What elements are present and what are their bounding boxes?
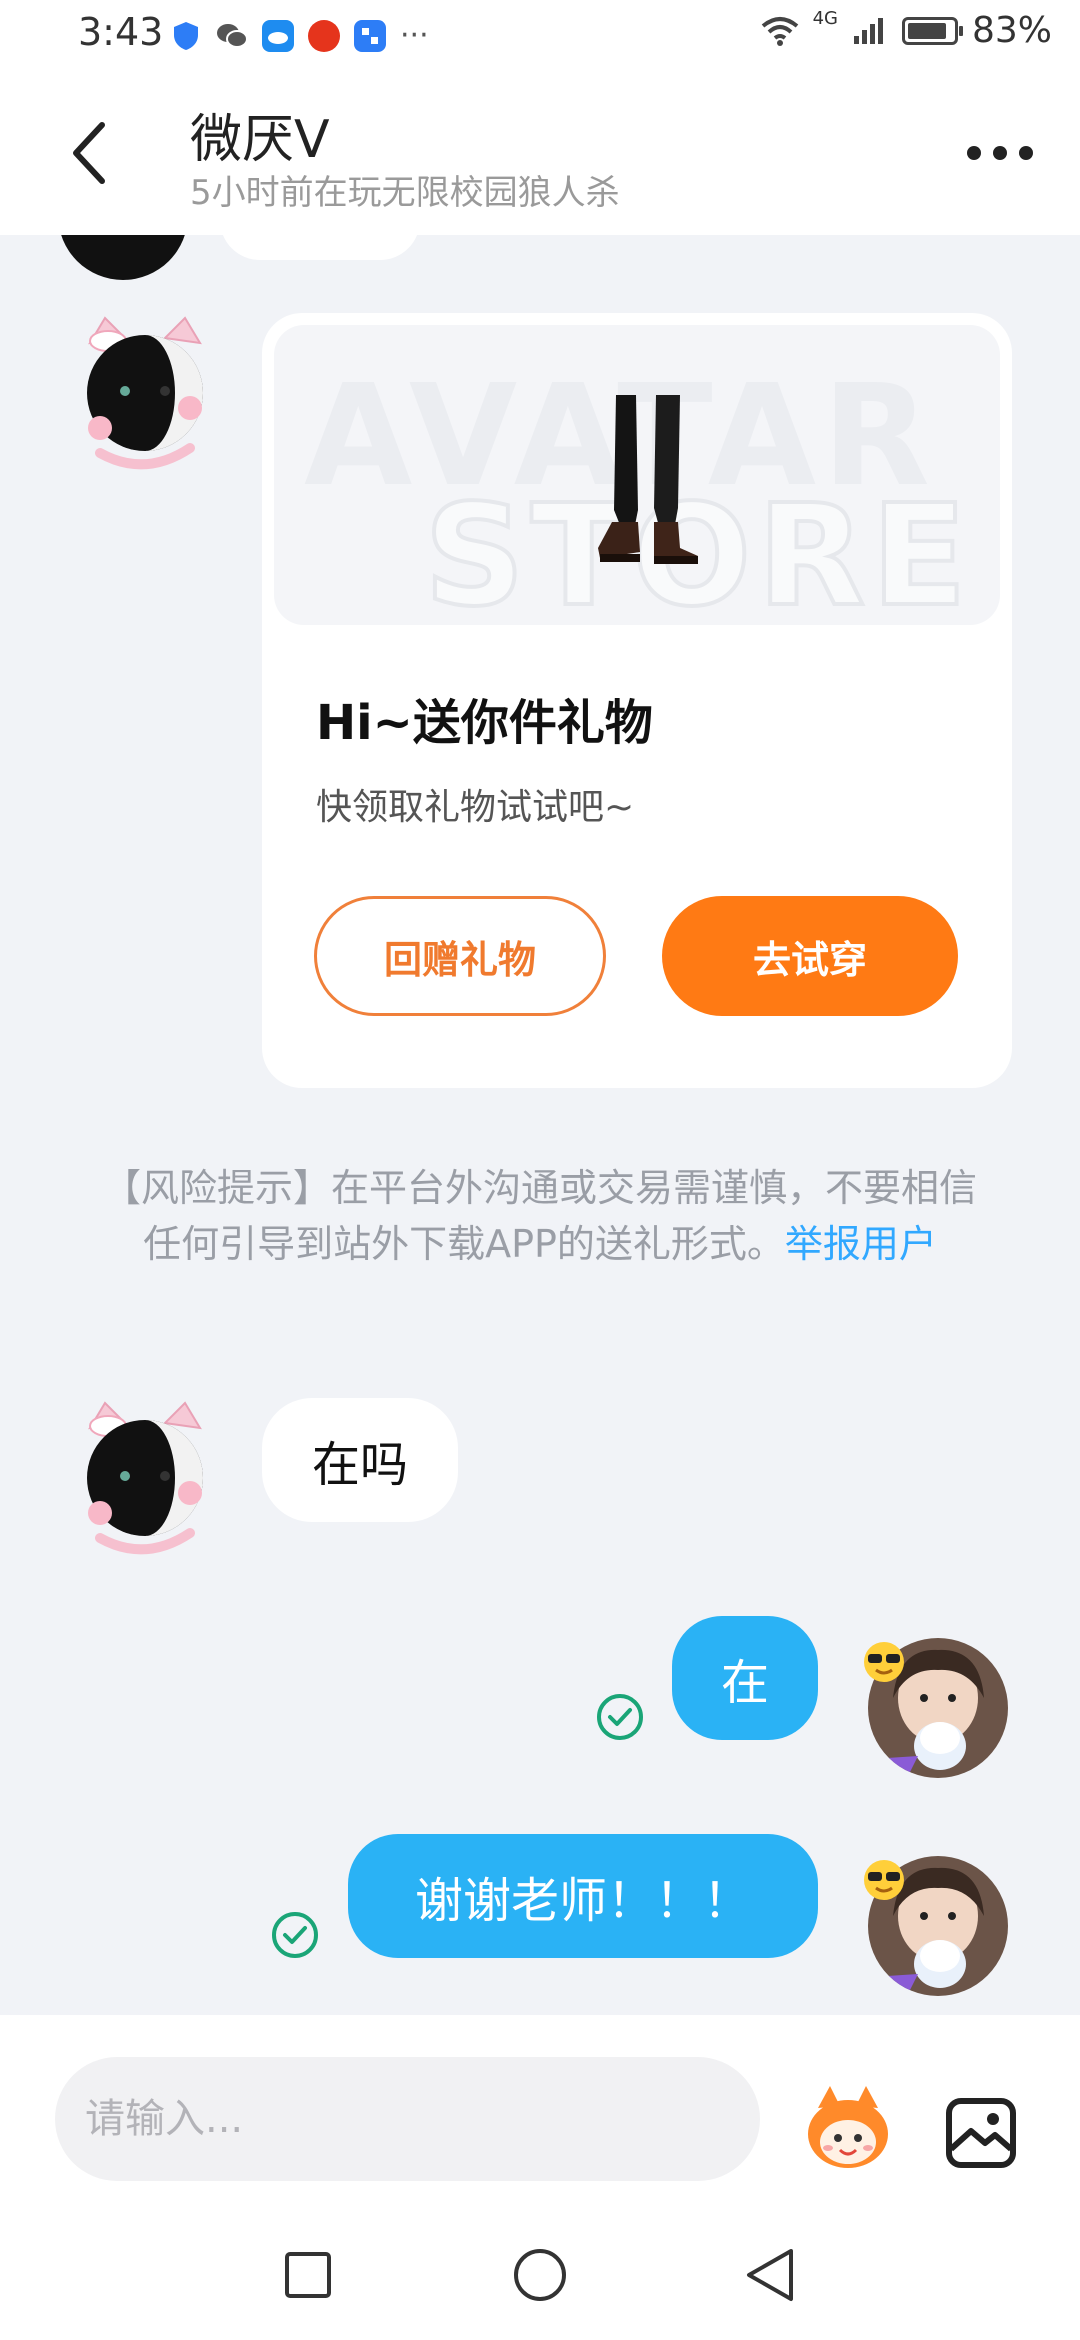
status-bar: 3:43 ··· 4G 83% xyxy=(0,0,1080,75)
sticker-button[interactable] xyxy=(800,2080,896,2176)
sunglasses-emoji-icon xyxy=(862,1858,906,1902)
triangle-back-icon xyxy=(747,2249,793,2301)
outgoing-message-bubble[interactable]: 在 xyxy=(672,1616,818,1740)
boots-item-image xyxy=(598,395,698,564)
weather-icon xyxy=(262,19,294,52)
incoming-message-bubble[interactable]: 在吗 xyxy=(262,1398,459,1522)
message-input-bar xyxy=(0,2015,1080,2200)
back-button[interactable] xyxy=(62,113,122,193)
contact-avatar[interactable] xyxy=(70,313,220,473)
image-icon xyxy=(946,2098,1016,2168)
status-right: 4G 83% xyxy=(761,8,1052,51)
dot xyxy=(993,146,1007,160)
gift-title: Hi~送你件礼物 xyxy=(316,695,653,751)
dot xyxy=(1019,146,1033,160)
avatar-store-banner: AVATAR STORE xyxy=(274,325,1000,625)
read-check-icon xyxy=(597,1694,643,1740)
app-blue-icon xyxy=(354,19,386,52)
battery-icon xyxy=(901,16,963,45)
risk-notice: 【风险提示】在平台外沟通或交易需谨慎，不要相信任何引导到站外下载APP的送礼形式… xyxy=(100,1160,980,1272)
shield-icon xyxy=(170,20,202,52)
dot xyxy=(967,146,981,160)
wechat-icon xyxy=(216,20,248,52)
mascot-sticker-icon xyxy=(808,2086,888,2168)
image-picker-button[interactable] xyxy=(945,2097,1017,2169)
network-type: 4G xyxy=(812,8,838,29)
system-navigation-bar xyxy=(0,2200,1080,2340)
status-app-icons: ··· xyxy=(170,18,429,53)
message-input[interactable] xyxy=(55,2057,760,2181)
circle-icon xyxy=(514,2249,566,2301)
more-options-button[interactable] xyxy=(960,133,1040,173)
read-check-icon xyxy=(272,1912,318,1958)
gift-subtitle: 快领取礼物试试吧~ xyxy=(316,787,635,828)
sunglasses-emoji-icon xyxy=(862,1640,906,1684)
return-gift-button[interactable]: 回赠礼物 xyxy=(314,896,606,1016)
try-on-button[interactable]: 去试穿 xyxy=(662,896,958,1016)
gift-card[interactable]: AVATAR STORE Hi~送你件礼物 快领取礼物试试吧~ 回赠礼物 去试穿 xyxy=(262,313,1012,1088)
recents-button[interactable] xyxy=(278,2245,338,2305)
more-notifications: ··· xyxy=(400,18,429,53)
app-red-icon xyxy=(308,19,340,52)
status-time: 3:43 xyxy=(78,10,164,54)
home-button[interactable] xyxy=(510,2245,570,2305)
signal-icon xyxy=(853,17,883,44)
report-user-link[interactable]: 举报用户 xyxy=(785,1222,937,1266)
back-nav-button[interactable] xyxy=(740,2245,800,2305)
contact-avatar[interactable] xyxy=(70,1398,220,1558)
wifi-icon xyxy=(761,16,798,46)
square-icon xyxy=(285,2252,331,2298)
chat-header: 微厌V 5小时前在玩无限校园狼人杀 xyxy=(0,75,1080,235)
contact-name[interactable]: 微厌V xyxy=(190,97,330,172)
outgoing-message-bubble[interactable]: 谢谢老师！！！ xyxy=(348,1834,818,1958)
battery-percent: 83% xyxy=(971,10,1052,51)
chevron-left-icon xyxy=(73,122,105,184)
contact-status: 5小时前在玩无限校园狼人杀 xyxy=(190,173,620,213)
